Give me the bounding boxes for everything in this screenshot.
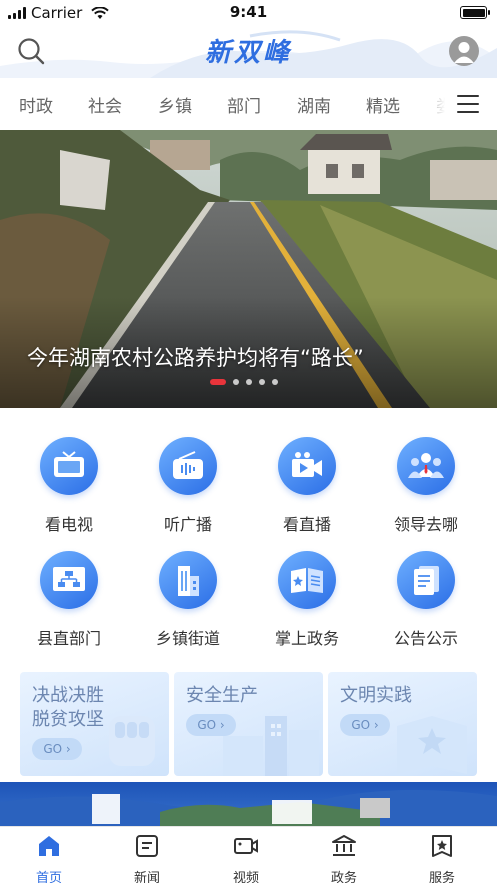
card-civilization-practice[interactable]: 文明实践 GO › (328, 672, 477, 776)
tv-icon (40, 437, 98, 495)
service-label: 领导去哪 (393, 515, 458, 534)
service-county-departments[interactable]: 县直部门 (9, 551, 129, 649)
card-go-button[interactable]: GO › (340, 714, 390, 736)
service-label: 掌上政务 (274, 629, 339, 648)
service-mobile-government[interactable]: 掌上政务 (247, 551, 367, 649)
org-chart-icon (40, 551, 98, 609)
tab-xiangzhen[interactable]: 乡镇 (158, 92, 192, 117)
service-leaders[interactable]: 领导去哪 (366, 437, 486, 535)
tab-shehui[interactable]: 社会 (88, 92, 122, 117)
hamburger-menu-icon[interactable] (457, 95, 479, 113)
app-logo: 新双峰 (204, 38, 292, 68)
nav-label: 服务 (428, 871, 455, 883)
service-listen-radio[interactable]: 听广播 (128, 437, 248, 535)
nav-label: 政务 (330, 871, 357, 883)
tab-jingxuan[interactable]: 精选 (366, 92, 400, 117)
tab-shizheng[interactable]: 时政 (19, 92, 53, 117)
service-watch-live[interactable]: 看直播 (247, 437, 367, 535)
leaders-icon (397, 437, 455, 495)
clock: 9:41 (229, 3, 268, 21)
service-star-icon (432, 835, 452, 857)
carousel-dot-5[interactable] (272, 379, 278, 385)
nav-home[interactable]: 首页 (19, 833, 79, 883)
card-go-button[interactable]: GO › (186, 714, 236, 736)
bottom-navigation: 首页 新闻 视频 政务 服务 (0, 826, 497, 883)
tab-bumen[interactable]: 部门 (227, 92, 261, 117)
service-announcements[interactable]: 公告公示 (366, 551, 486, 649)
nav-news[interactable]: 新闻 (117, 833, 177, 883)
factory-illustration (223, 716, 319, 776)
video-camera-icon (234, 838, 258, 854)
hero-banner[interactable]: 今年湖南农村公路养护均将有“路长” (0, 130, 497, 408)
promo-banner-image (0, 789, 497, 826)
service-towns-streets[interactable]: 乡镇街道 (128, 551, 248, 649)
tab-hunan[interactable]: 湖南 (297, 92, 331, 117)
service-watch-tv[interactable]: 看电视 (9, 437, 129, 535)
live-video-icon (278, 437, 336, 495)
government-icon (332, 835, 356, 856)
app-header: 新双峰 (0, 26, 497, 78)
buildings-icon (159, 551, 217, 609)
service-label: 公告公示 (393, 629, 458, 648)
open-book-icon (278, 551, 336, 609)
nav-label: 视频 (232, 871, 259, 883)
tabs-fade (417, 80, 457, 128)
user-avatar-icon[interactable] (449, 36, 479, 66)
card-safety-production[interactable]: 安全生产 GO › (174, 672, 323, 776)
battery-icon (460, 6, 490, 19)
card-title: 文明实践 (340, 685, 412, 706)
card-title: 决战决胜 脱贫攻坚 (32, 685, 104, 730)
book-star-illustration (397, 716, 467, 774)
promo-banner[interactable] (0, 782, 497, 826)
service-label: 看直播 (282, 515, 331, 534)
nav-service[interactable]: 服务 (412, 833, 472, 883)
nav-video[interactable]: 视频 (216, 833, 276, 883)
carousel-dot-2[interactable] (233, 379, 239, 385)
home-icon (39, 836, 59, 856)
service-label: 乡镇街道 (155, 629, 220, 648)
card-poverty-alleviation[interactable]: 决战决胜 脱贫攻坚 GO › (20, 672, 169, 776)
nav-label: 新闻 (133, 871, 160, 883)
carousel-dot-4[interactable] (259, 379, 265, 385)
service-label: 听广播 (163, 515, 212, 534)
category-tabs: 时政 社会 乡镇 部门 湖南 精选 娄 (0, 80, 497, 128)
nav-government[interactable]: 政务 (314, 833, 374, 883)
status-bar: Carrier 9:41 (0, 0, 497, 26)
banner-caption: 今年湖南农村公路养护均将有“路长” (27, 346, 364, 370)
document-icon (397, 551, 455, 609)
nav-label: 首页 (35, 871, 62, 883)
news-icon (136, 835, 158, 857)
card-title: 安全生产 (186, 685, 258, 706)
card-go-button[interactable]: GO › (32, 738, 82, 760)
radio-icon (159, 437, 217, 495)
carousel-dot-3[interactable] (246, 379, 252, 385)
service-label: 县直部门 (36, 629, 101, 648)
carousel-dot-1[interactable] (210, 379, 226, 385)
service-label: 看电视 (44, 515, 93, 534)
carousel-indicator (210, 379, 278, 385)
